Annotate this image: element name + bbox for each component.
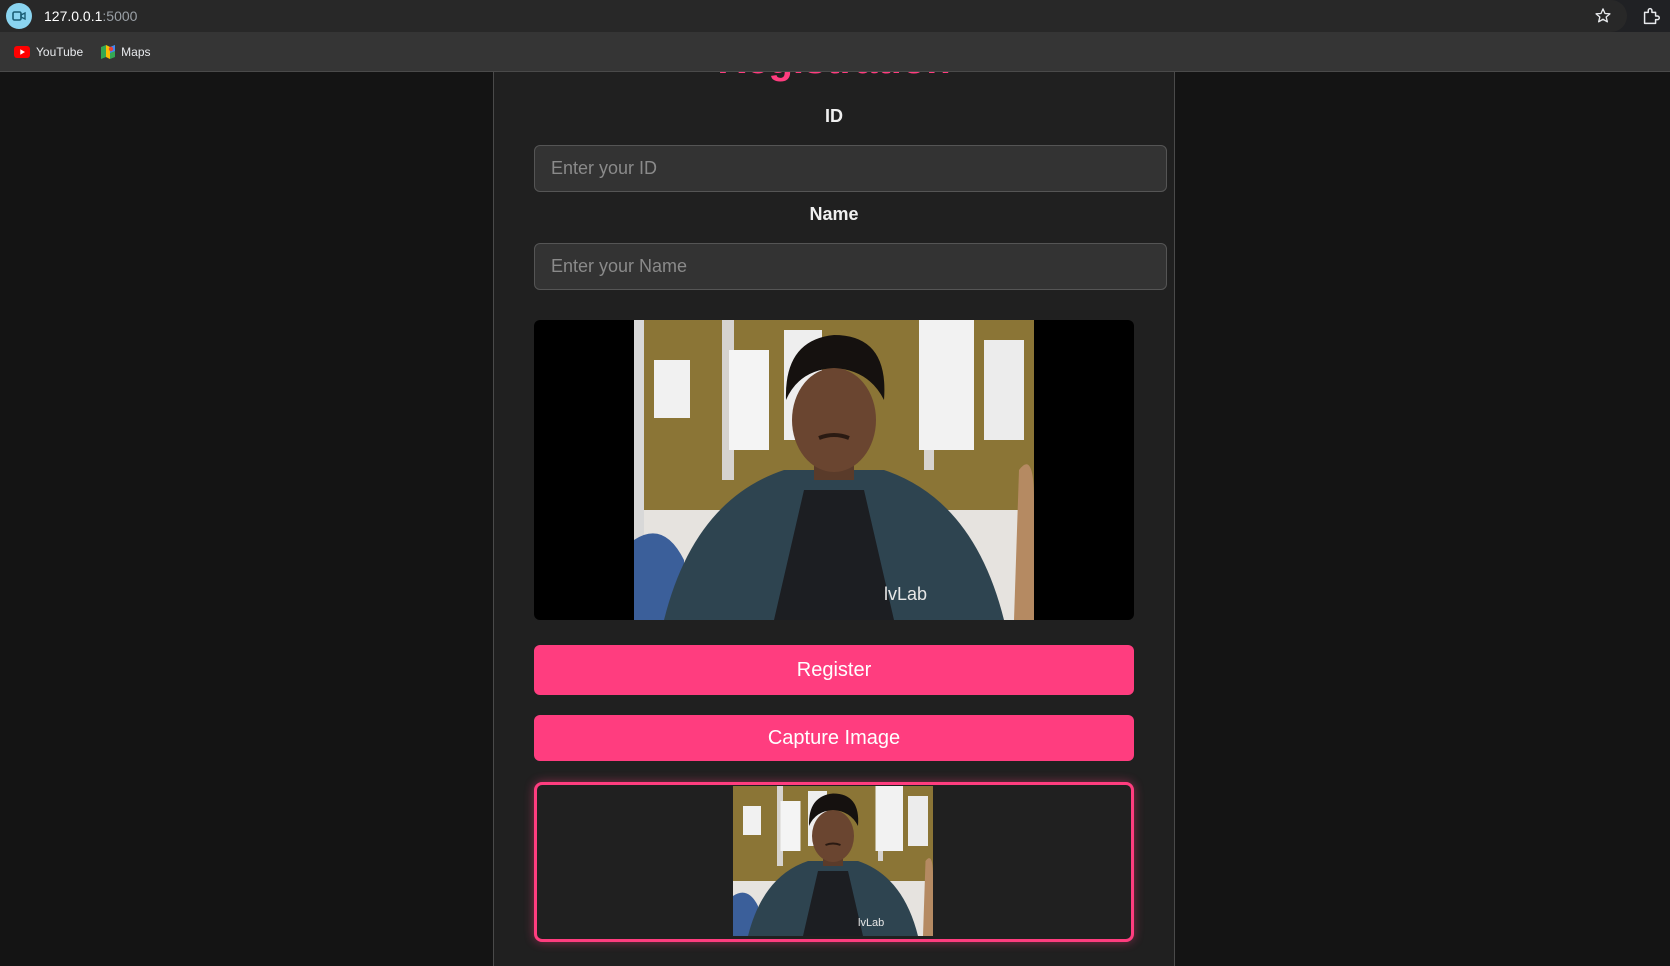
webcam-person-image: lvLab — [634, 320, 1034, 620]
capture-image-button[interactable]: Capture Image — [534, 715, 1134, 761]
browser-toolbar: 127.0.0.1:5000 — [0, 0, 1670, 32]
site-info-icon[interactable] — [6, 3, 32, 29]
webcam-video: lvLab — [534, 320, 1134, 620]
id-label: ID — [825, 106, 843, 126]
captured-image: lvLab — [733, 786, 933, 936]
registration-card: Registration ID Name — [493, 72, 1175, 966]
bookmarks-bar: YouTube Maps — [0, 32, 1670, 72]
maps-icon — [101, 44, 116, 59]
extensions-puzzle-icon[interactable] — [1640, 5, 1662, 27]
address-bar[interactable]: 127.0.0.1:5000 — [0, 0, 1627, 32]
bookmark-youtube[interactable]: YouTube — [14, 45, 83, 59]
captured-person-image: lvLab — [733, 786, 933, 936]
url-port: :5000 — [102, 8, 138, 24]
page-viewport: Registration ID Name — [0, 72, 1670, 966]
shirt-logo-text: lvLab — [884, 584, 927, 604]
bookmark-maps[interactable]: Maps — [101, 44, 151, 59]
bookmark-star-icon[interactable] — [1593, 6, 1613, 26]
name-input[interactable] — [534, 243, 1167, 290]
shirt-logo-text: lvLab — [858, 917, 884, 929]
id-input[interactable] — [534, 145, 1167, 192]
youtube-icon — [14, 45, 30, 58]
url-host: 127.0.0.1 — [44, 8, 103, 24]
url-text[interactable]: 127.0.0.1:5000 — [44, 8, 137, 24]
name-label: Name — [809, 204, 859, 224]
captured-image-preview: lvLab — [534, 782, 1134, 942]
webcam-frame: lvLab — [634, 320, 1034, 620]
register-button[interactable]: Register — [534, 645, 1134, 695]
bookmark-label: YouTube — [36, 44, 84, 59]
page-title: Registration — [494, 72, 1174, 83]
bookmark-label: Maps — [121, 44, 151, 59]
